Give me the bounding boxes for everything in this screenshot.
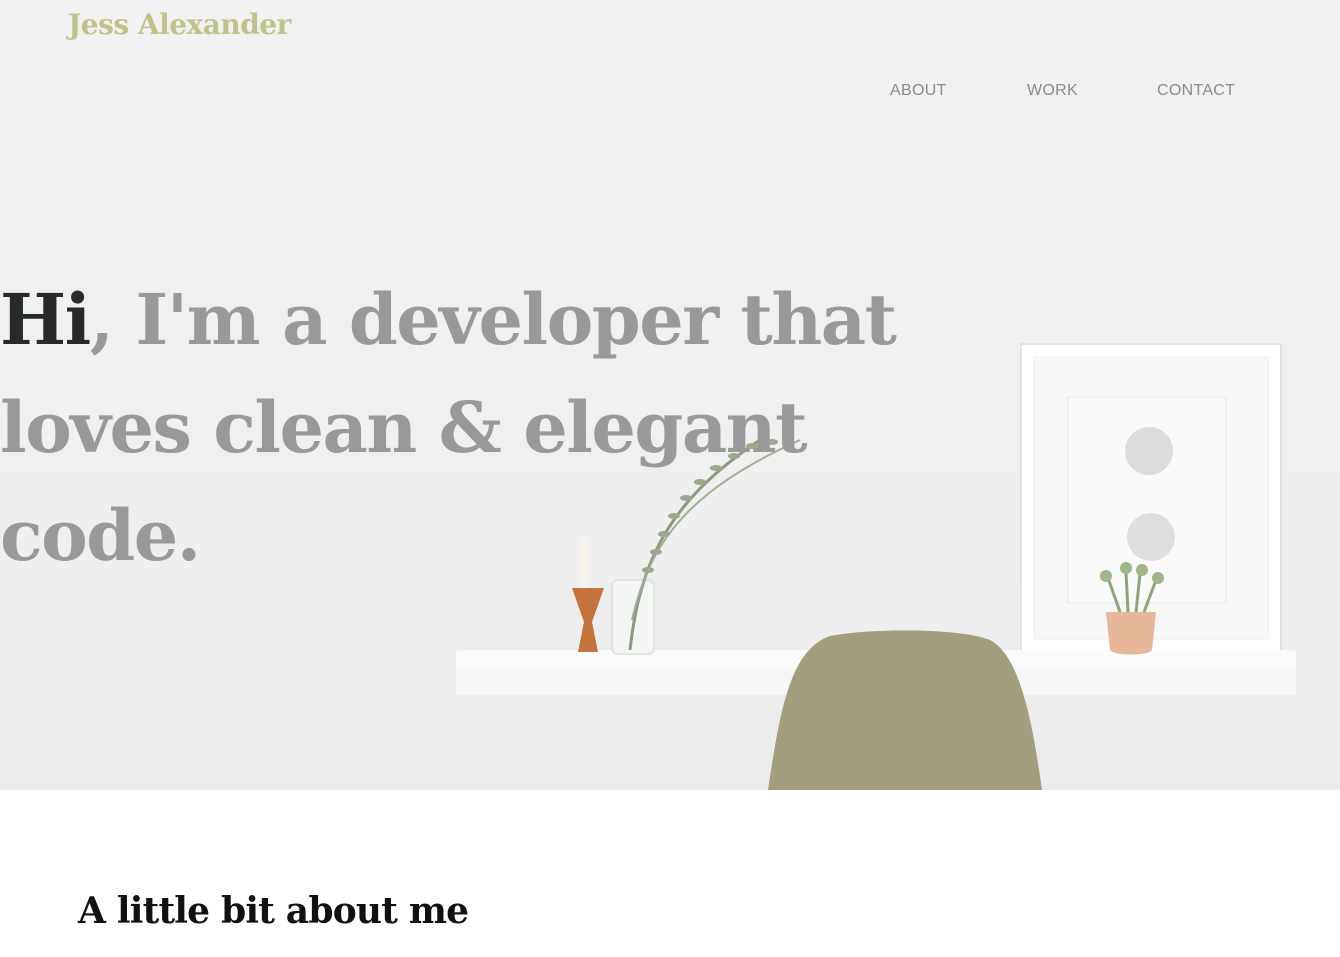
about-section: A little bit about me xyxy=(0,790,1340,957)
picture-frame xyxy=(1020,343,1282,653)
hero-headline-text: I'm a developer that loves clean & elega… xyxy=(0,278,897,577)
hero-greeting: Hi xyxy=(0,278,91,361)
hero-headline: Hi, I'm a developer that loves clean & e… xyxy=(0,278,897,577)
olive-chair xyxy=(768,630,1042,790)
about-title: A little bit about me xyxy=(78,890,469,932)
hero-section: Jess Alexander ABOUT WORK CONTACT Hi, I'… xyxy=(0,0,1340,790)
